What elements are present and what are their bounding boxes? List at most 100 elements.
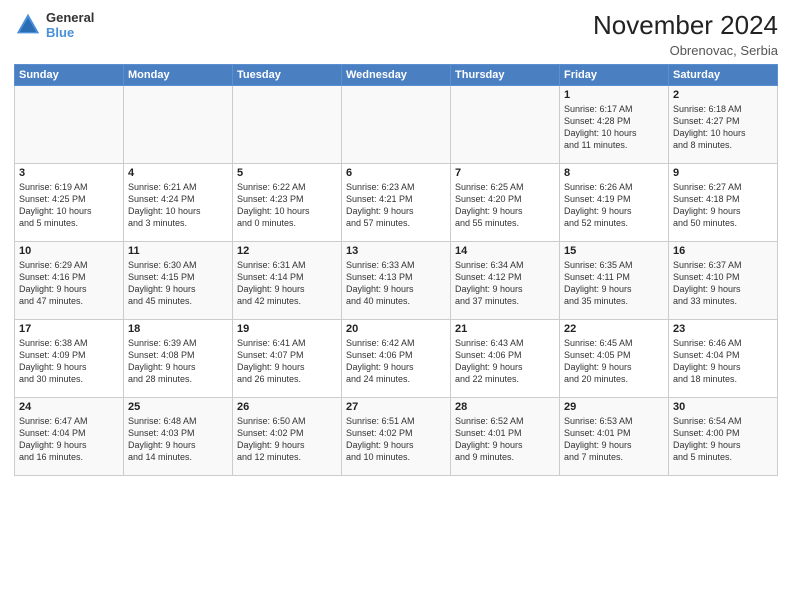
calendar-cell: 3 Sunrise: 6:19 AM Sunset: 4:25 PM Daylig… — [15, 164, 124, 242]
day-content: Sunrise: 6:30 AM Sunset: 4:15 PM Dayligh… — [128, 259, 228, 308]
calendar-cell: 19 Sunrise: 6:41 AM Sunset: 4:07 PM Dayli… — [233, 320, 342, 398]
month-year: November 2024 — [593, 10, 778, 41]
day-content: Sunrise: 6:33 AM Sunset: 4:13 PM Dayligh… — [346, 259, 446, 308]
day-content: Sunrise: 6:25 AM Sunset: 4:20 PM Dayligh… — [455, 181, 555, 230]
calendar-cell: 30 Sunrise: 6:54 AM Sunset: 4:00 PM Dayli… — [669, 398, 778, 476]
day-number: 11 — [128, 245, 228, 257]
col-header-monday: Monday — [124, 65, 233, 86]
calendar-cell: 2 Sunrise: 6:18 AM Sunset: 4:27 PM Daylig… — [669, 86, 778, 164]
col-header-thursday: Thursday — [451, 65, 560, 86]
day-number: 3 — [19, 167, 119, 179]
day-number: 25 — [128, 401, 228, 413]
day-content: Sunrise: 6:17 AM Sunset: 4:28 PM Dayligh… — [564, 103, 664, 152]
logo-icon — [14, 11, 42, 39]
day-number: 7 — [455, 167, 555, 179]
calendar-cell: 4Sunrise: 6:21 AM Sunset: 4:24 PM Daylig… — [124, 164, 233, 242]
day-content: Sunrise: 6:41 AM Sunset: 4:07 PM Dayligh… — [237, 337, 337, 386]
day-content: Sunrise: 6:18 AM Sunset: 4:27 PM Dayligh… — [673, 103, 773, 152]
day-number: 10 — [19, 245, 119, 257]
day-number: 19 — [237, 323, 337, 335]
day-content: Sunrise: 6:19 AM Sunset: 4:25 PM Dayligh… — [19, 181, 119, 230]
calendar-table: SundayMondayTuesdayWednesdayThursdayFrid… — [14, 64, 778, 476]
calendar-cell: 5 Sunrise: 6:22 AM Sunset: 4:23 PM Daylig… — [233, 164, 342, 242]
calendar-cell: 17 Sunrise: 6:38 AM Sunset: 4:09 PM Dayli… — [15, 320, 124, 398]
day-content: Sunrise: 6:53 AM Sunset: 4:01 PM Dayligh… — [564, 415, 664, 464]
day-number: 30 — [673, 401, 773, 413]
day-content: Sunrise: 6:46 AM Sunset: 4:04 PM Dayligh… — [673, 337, 773, 386]
calendar-cell — [124, 86, 233, 164]
week-row-3: 10 Sunrise: 6:29 AM Sunset: 4:16 PM Dayli… — [15, 242, 778, 320]
day-content: Sunrise: 6:52 AM Sunset: 4:01 PM Dayligh… — [455, 415, 555, 464]
day-content: Sunrise: 6:50 AM Sunset: 4:02 PM Dayligh… — [237, 415, 337, 464]
day-content: Sunrise: 6:54 AM Sunset: 4:00 PM Dayligh… — [673, 415, 773, 464]
page: General Blue November 2024 Obrenovac, Se… — [0, 0, 792, 612]
calendar-cell: 21 Sunrise: 6:43 AM Sunset: 4:06 PM Dayli… — [451, 320, 560, 398]
day-number: 15 — [564, 245, 664, 257]
col-header-tuesday: Tuesday — [233, 65, 342, 86]
calendar-cell — [451, 86, 560, 164]
day-number: 16 — [673, 245, 773, 257]
calendar-cell: 9 Sunrise: 6:27 AM Sunset: 4:18 PM Daylig… — [669, 164, 778, 242]
day-number: 12 — [237, 245, 337, 257]
day-content: Sunrise: 6:27 AM Sunset: 4:18 PM Dayligh… — [673, 181, 773, 230]
calendar-cell: 27 Sunrise: 6:51 AM Sunset: 4:02 PM Dayli… — [342, 398, 451, 476]
calendar-cell: 29 Sunrise: 6:53 AM Sunset: 4:01 PM Dayli… — [560, 398, 669, 476]
day-number: 9 — [673, 167, 773, 179]
day-number: 24 — [19, 401, 119, 413]
header-row: SundayMondayTuesdayWednesdayThursdayFrid… — [15, 65, 778, 86]
day-number: 18 — [128, 323, 228, 335]
day-content: Sunrise: 6:51 AM Sunset: 4:02 PM Dayligh… — [346, 415, 446, 464]
logo-line2: Blue — [46, 25, 94, 40]
day-number: 14 — [455, 245, 555, 257]
day-content: Sunrise: 6:45 AM Sunset: 4:05 PM Dayligh… — [564, 337, 664, 386]
col-header-sunday: Sunday — [15, 65, 124, 86]
col-header-saturday: Saturday — [669, 65, 778, 86]
day-number: 2 — [673, 89, 773, 101]
day-number: 27 — [346, 401, 446, 413]
calendar-cell: 15 Sunrise: 6:35 AM Sunset: 4:11 PM Dayli… — [560, 242, 669, 320]
day-number: 1 — [564, 89, 664, 101]
calendar-cell — [342, 86, 451, 164]
calendar-cell: 26 Sunrise: 6:50 AM Sunset: 4:02 PM Dayli… — [233, 398, 342, 476]
calendar-cell: 24 Sunrise: 6:47 AM Sunset: 4:04 PM Dayli… — [15, 398, 124, 476]
day-content: Sunrise: 6:47 AM Sunset: 4:04 PM Dayligh… — [19, 415, 119, 464]
col-header-friday: Friday — [560, 65, 669, 86]
day-content: Sunrise: 6:35 AM Sunset: 4:11 PM Dayligh… — [564, 259, 664, 308]
calendar-cell — [15, 86, 124, 164]
calendar-cell: 11 Sunrise: 6:30 AM Sunset: 4:15 PM Dayli… — [124, 242, 233, 320]
week-row-5: 24 Sunrise: 6:47 AM Sunset: 4:04 PM Dayli… — [15, 398, 778, 476]
day-content: Sunrise: 6:39 AM Sunset: 4:08 PM Dayligh… — [128, 337, 228, 386]
logo-text: General Blue — [46, 10, 94, 40]
day-number: 22 — [564, 323, 664, 335]
calendar-cell: 23 Sunrise: 6:46 AM Sunset: 4:04 PM Dayli… — [669, 320, 778, 398]
calendar-cell: 8Sunrise: 6:26 AM Sunset: 4:19 PM Daylig… — [560, 164, 669, 242]
day-number: 20 — [346, 323, 446, 335]
day-content: Sunrise: 6:48 AM Sunset: 4:03 PM Dayligh… — [128, 415, 228, 464]
week-row-4: 17 Sunrise: 6:38 AM Sunset: 4:09 PM Dayli… — [15, 320, 778, 398]
day-number: 17 — [19, 323, 119, 335]
col-header-wednesday: Wednesday — [342, 65, 451, 86]
logo-line1: General — [46, 10, 94, 25]
calendar-cell: 28Sunrise: 6:52 AM Sunset: 4:01 PM Dayli… — [451, 398, 560, 476]
header: General Blue November 2024 Obrenovac, Se… — [14, 10, 778, 58]
day-content: Sunrise: 6:21 AM Sunset: 4:24 PM Dayligh… — [128, 181, 228, 230]
day-content: Sunrise: 6:38 AM Sunset: 4:09 PM Dayligh… — [19, 337, 119, 386]
day-content: Sunrise: 6:23 AM Sunset: 4:21 PM Dayligh… — [346, 181, 446, 230]
calendar-cell — [233, 86, 342, 164]
day-content: Sunrise: 6:22 AM Sunset: 4:23 PM Dayligh… — [237, 181, 337, 230]
day-number: 26 — [237, 401, 337, 413]
day-number: 23 — [673, 323, 773, 335]
logo: General Blue — [14, 10, 94, 40]
location: Obrenovac, Serbia — [593, 43, 778, 58]
day-content: Sunrise: 6:29 AM Sunset: 4:16 PM Dayligh… — [19, 259, 119, 308]
calendar-cell: 14Sunrise: 6:34 AM Sunset: 4:12 PM Dayli… — [451, 242, 560, 320]
calendar-cell: 7 Sunrise: 6:25 AM Sunset: 4:20 PM Daylig… — [451, 164, 560, 242]
calendar-cell: 10 Sunrise: 6:29 AM Sunset: 4:16 PM Dayli… — [15, 242, 124, 320]
day-number: 6 — [346, 167, 446, 179]
day-number: 5 — [237, 167, 337, 179]
day-content: Sunrise: 6:43 AM Sunset: 4:06 PM Dayligh… — [455, 337, 555, 386]
calendar-cell: 16Sunrise: 6:37 AM Sunset: 4:10 PM Dayli… — [669, 242, 778, 320]
calendar-cell: 20Sunrise: 6:42 AM Sunset: 4:06 PM Dayli… — [342, 320, 451, 398]
day-number: 21 — [455, 323, 555, 335]
day-number: 29 — [564, 401, 664, 413]
